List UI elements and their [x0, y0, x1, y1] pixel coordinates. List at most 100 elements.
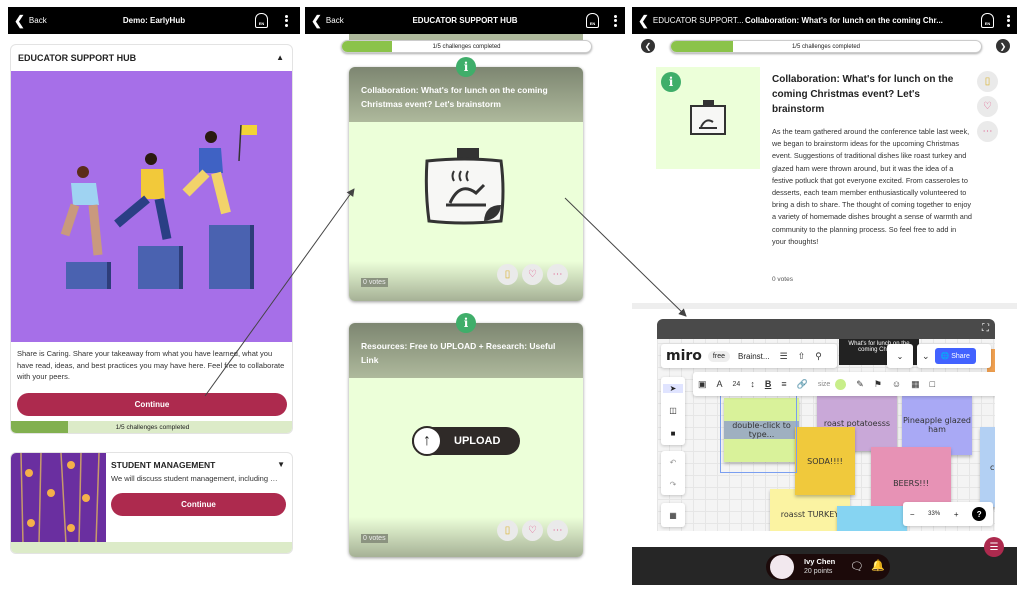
- prev-challenge-button[interactable]: ❮: [641, 39, 655, 53]
- back-label: Back: [28, 16, 47, 25]
- expand-icon[interactable]: ▼: [277, 460, 285, 469]
- size-label[interactable]: size: [818, 381, 830, 388]
- help-icon[interactable]: ?: [972, 507, 987, 521]
- link-icon[interactable]: 🔗: [797, 379, 808, 390]
- more-menu-icon[interactable]: [613, 13, 617, 28]
- hub-title: EDUCATOR SUPPORT HUB: [18, 53, 137, 63]
- upload-label: UPLOAD: [454, 435, 501, 447]
- sticky-note[interactable]: c: [980, 427, 995, 507]
- progress-text: 1/5 challenges completed: [432, 43, 501, 50]
- info-icon[interactable]: i: [456, 313, 476, 333]
- template-icon[interactable]: ◫: [669, 406, 677, 415]
- info-icon[interactable]: i: [661, 72, 681, 92]
- roast-turkey-icon: [690, 100, 726, 135]
- more-menu-icon[interactable]: [284, 13, 288, 28]
- fullscreen-icon[interactable]: ⛶: [982, 323, 989, 334]
- heart-icon[interactable]: ♡: [522, 520, 543, 541]
- color-swatch[interactable]: [835, 378, 847, 390]
- menu-icon[interactable]: ☰: [780, 351, 788, 362]
- back-button[interactable]: ❮ Back: [311, 13, 344, 29]
- bookmark-icon[interactable]: ▯: [977, 71, 998, 92]
- miro-embed[interactable]: ⛶ What's for lunch on the coming Christ.…: [657, 319, 995, 531]
- bottom-bar: Ivy Chen 20 points 🗨 🔔: [632, 547, 1017, 585]
- user-name: Ivy Chen: [804, 557, 836, 566]
- more-icon[interactable]: ⋯: [977, 121, 998, 142]
- heart-icon[interactable]: ♡: [977, 96, 998, 117]
- plan-badge: free: [707, 350, 730, 362]
- redo-icon[interactable]: ↷: [670, 480, 677, 489]
- back-button[interactable]: ❮ Back: [14, 13, 47, 29]
- lang-label: EN: [984, 21, 991, 26]
- detail-image: i: [656, 67, 760, 169]
- chat-icon[interactable]: 🗨: [850, 560, 864, 573]
- bell-icon[interactable]: 🔔: [871, 559, 885, 572]
- panel1-header: ❮ Back Demo: EarlyHub EN: [8, 7, 300, 34]
- share-button[interactable]: 🌐 Share: [934, 348, 976, 364]
- sticky-note[interactable]: [837, 506, 907, 531]
- collapse-toolbar-icon[interactable]: ⌄: [887, 344, 913, 368]
- share-area: ⌄ 🌐 Share: [917, 344, 991, 368]
- sticky-note[interactable]: Pineapple glazed ham: [902, 395, 972, 455]
- user-points: 20 points: [804, 568, 833, 575]
- sticky-note[interactable]: SODA!!!!: [795, 427, 855, 495]
- miro-topbar: miro free Brainst... ☰ ⇧ ⚲: [661, 344, 837, 368]
- bookmark-icon[interactable]: ▯: [497, 520, 518, 541]
- more-icon[interactable]: ⋯: [547, 264, 568, 285]
- challenge-card[interactable]: Resources: Free to UPLOAD + Research: Us…: [349, 323, 583, 557]
- comment-icon[interactable]: □: [930, 379, 935, 389]
- board-name[interactable]: Brainst...: [738, 352, 770, 361]
- user-pill[interactable]: Ivy Chen 20 points 🗨 🔔: [766, 554, 890, 580]
- bookmark-icon[interactable]: ▯: [497, 264, 518, 285]
- undo-icon[interactable]: ↶: [670, 458, 677, 467]
- zoom-in-icon[interactable]: +: [954, 510, 959, 519]
- continue-button[interactable]: Continue: [17, 393, 287, 416]
- language-icon[interactable]: EN: [586, 13, 599, 28]
- language-icon[interactable]: EN: [255, 13, 268, 28]
- zoom-out-icon[interactable]: −: [910, 510, 915, 519]
- hub-illustration: [11, 71, 292, 342]
- more-menu-icon[interactable]: [1006, 13, 1010, 28]
- upload-button[interactable]: ↑ UPLOAD: [412, 426, 520, 456]
- divider: [632, 303, 1017, 309]
- detail-title: Collaboration: What's for lunch on the c…: [772, 74, 954, 115]
- arrow-to-detail: [564, 197, 687, 317]
- collapse-icon[interactable]: ▲: [276, 53, 284, 62]
- lang-label: EN: [589, 21, 596, 26]
- language-icon[interactable]: EN: [981, 13, 994, 28]
- chevron-left-icon: ❮: [14, 12, 25, 28]
- collapse-icon[interactable]: ⌄: [922, 351, 930, 362]
- progress-text: 1/5 challenges completed: [115, 424, 190, 431]
- progress-text: 1/5 challenges completed: [791, 43, 861, 50]
- student-continue-button[interactable]: Continue: [111, 493, 286, 516]
- font-size[interactable]: 24: [733, 381, 741, 388]
- zoom-level: 33%: [928, 511, 941, 517]
- chevron-left-icon: ❮: [638, 12, 649, 28]
- tag-icon[interactable]: ⚑: [874, 379, 882, 390]
- bold-icon[interactable]: B: [765, 379, 772, 389]
- assign-icon[interactable]: ✎: [856, 379, 864, 390]
- avatar: [770, 555, 794, 579]
- votes-count: 0 votes: [361, 278, 388, 287]
- export-icon[interactable]: ⇧: [798, 351, 806, 362]
- selection-box: [720, 393, 797, 473]
- next-challenge-button[interactable]: ❯: [996, 39, 1010, 53]
- card-icon[interactable]: ▦: [911, 379, 920, 390]
- align-icon[interactable]: ≡: [781, 379, 786, 389]
- menu-fab[interactable]: ☰: [984, 537, 1004, 557]
- more-icon[interactable]: ⋯: [547, 520, 568, 541]
- detail-body: As the team gathered around the conferen…: [772, 127, 972, 246]
- emoji-icon[interactable]: ☺: [892, 379, 901, 389]
- challenge-card[interactable]: Collaboration: What's for lunch on the c…: [349, 67, 583, 301]
- stepper-icon[interactable]: ↕: [750, 379, 755, 389]
- select-icon[interactable]: ➤: [663, 383, 683, 393]
- font-icon[interactable]: A: [717, 379, 723, 389]
- frame-icon[interactable]: ▦: [661, 503, 685, 527]
- heart-icon[interactable]: ♡: [522, 264, 543, 285]
- add-icon[interactable]: ■: [671, 429, 676, 438]
- embed-topbar: [657, 319, 995, 339]
- sticky-shape-icon[interactable]: ▣: [698, 379, 707, 390]
- miro-logo: miro: [666, 348, 702, 364]
- search-icon[interactable]: ⚲: [815, 351, 822, 362]
- info-icon[interactable]: i: [456, 57, 476, 77]
- back-button[interactable]: ❮ EDUCATOR SUPPORT...: [638, 13, 744, 29]
